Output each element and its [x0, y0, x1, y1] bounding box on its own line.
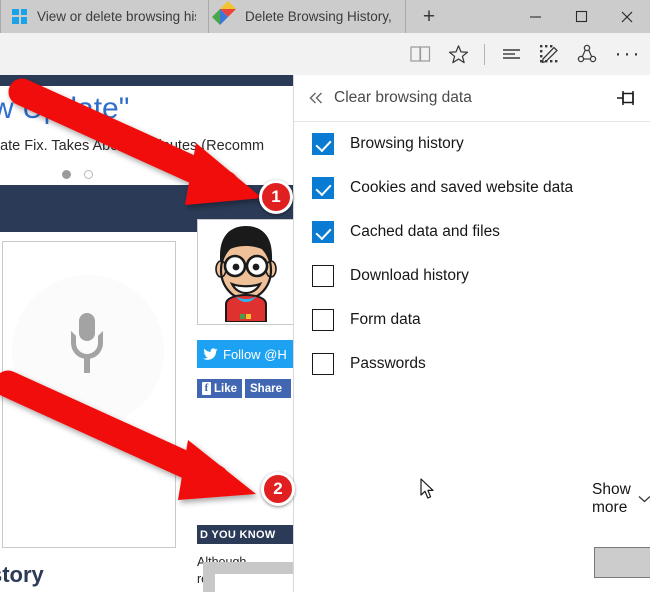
reading-view-icon[interactable] [401, 33, 439, 75]
step-badge-1: 1 [259, 180, 293, 214]
checkbox-cookies[interactable] [312, 177, 334, 199]
option-cookies-and-saved-website-data[interactable]: Cookies and saved website data [294, 166, 650, 210]
clear-button[interactable]: Clear [594, 547, 650, 578]
section-heading: story [0, 562, 44, 587]
facebook-share-button[interactable]: Share [245, 379, 291, 398]
geek-mascot-icon [215, 226, 277, 322]
media-card [2, 241, 176, 548]
option-cached-data-and-files[interactable]: Cached data and files [294, 210, 650, 254]
hero-subtitle: date Fix. Takes About 2 Minutes (Recomm [0, 138, 265, 154]
avatar [197, 219, 293, 325]
step-badge-2: 2 [261, 472, 295, 506]
more-icon[interactable]: ··· [606, 33, 650, 75]
share-icon[interactable] [568, 33, 606, 75]
favorites-star-icon[interactable] [439, 33, 477, 75]
maximize-icon[interactable] [558, 0, 604, 33]
option-label: Cookies and saved website data [350, 179, 574, 196]
sidebar-column: Follow @H f Like Share D YOU KNOW Althou… [197, 219, 293, 592]
pin-icon[interactable] [604, 75, 650, 122]
windows-squares-icon [12, 8, 28, 25]
toolbar-divider [484, 43, 485, 65]
checkbox-download-history[interactable] [312, 265, 334, 287]
panel-title: Clear browsing data [334, 89, 472, 106]
new-tab-button[interactable]: + [405, 0, 452, 33]
microphone-icon [70, 313, 104, 375]
close-icon[interactable] [604, 0, 650, 33]
twitter-bird-icon [203, 347, 218, 360]
clear-browsing-data-panel: Clear browsing data Browsing history Coo… [293, 75, 650, 592]
mouse-cursor [420, 478, 434, 499]
chevron-down-icon [638, 492, 650, 506]
show-more-label: Show more [592, 481, 631, 516]
hub-icon[interactable] [492, 33, 530, 75]
option-label: Form data [350, 311, 421, 328]
title-bar: View or delete browsing his Delete Brows… [0, 0, 650, 33]
carousel-dot[interactable] [84, 170, 93, 179]
tab-title: Delete Browsing History, Co [245, 9, 393, 24]
hero-banner: w Update" date Fix. Takes About 2 Minute… [0, 86, 293, 194]
hero-title: w Update" [0, 92, 130, 125]
tab-strip: View or delete browsing his Delete Brows… [0, 0, 452, 33]
option-passwords[interactable]: Passwords [294, 342, 650, 386]
data-type-options: Browsing history Cookies and saved websi… [294, 122, 650, 386]
tab-delete-browsing-history[interactable]: Delete Browsing History, Co [208, 0, 405, 33]
carousel-dots[interactable] [62, 170, 93, 179]
web-page-content: w Update" date Fix. Takes About 2 Minute… [0, 75, 293, 592]
chevron-double-left-icon[interactable] [294, 75, 334, 122]
carousel-dot-active[interactable] [62, 170, 71, 179]
checkbox-browsing-history[interactable] [312, 133, 334, 155]
twitter-follow-label: Follow @H [223, 346, 287, 362]
facebook-like-button[interactable]: f Like [197, 379, 242, 398]
checkbox-cached-data[interactable] [312, 221, 334, 243]
microphone-circle [12, 275, 164, 427]
facebook-buttons: f Like Share [197, 379, 291, 398]
web-note-icon[interactable] [530, 33, 568, 75]
option-download-history[interactable]: Download history [294, 254, 650, 298]
tab-view-or-delete-browsing-history[interactable]: View or delete browsing his [0, 0, 208, 33]
site-top-bar [0, 75, 293, 86]
minimize-icon[interactable] [512, 0, 558, 33]
panel-header: Clear browsing data [294, 75, 650, 122]
option-label: Download history [350, 267, 469, 284]
checkbox-form-data[interactable] [312, 309, 334, 331]
tab-title: View or delete browsing his [37, 9, 196, 24]
placeholder-block [203, 562, 293, 592]
option-browsing-history[interactable]: Browsing history [294, 122, 650, 166]
twitter-follow-button[interactable]: Follow @H [197, 340, 293, 368]
facebook-share-label: Share [250, 382, 282, 395]
browser-toolbar: ··· [0, 33, 650, 75]
option-form-data[interactable]: Form data [294, 298, 650, 342]
edge-browser-window: View or delete browsing his Delete Brows… [0, 0, 650, 592]
option-label: Passwords [350, 355, 426, 372]
option-label: Cached data and files [350, 223, 500, 240]
option-label: Browsing history [350, 135, 464, 152]
window-controls [512, 0, 650, 33]
facebook-f-icon: f [202, 382, 211, 395]
pinwheel-icon [212, 0, 236, 25]
facebook-like-label: Like [213, 382, 237, 395]
page-body: Follow @H f Like Share D YOU KNOW Althou… [0, 219, 293, 592]
checkbox-passwords[interactable] [312, 353, 334, 375]
show-more-button[interactable]: Show more [592, 481, 650, 517]
did-you-know-header: D YOU KNOW [197, 525, 293, 544]
